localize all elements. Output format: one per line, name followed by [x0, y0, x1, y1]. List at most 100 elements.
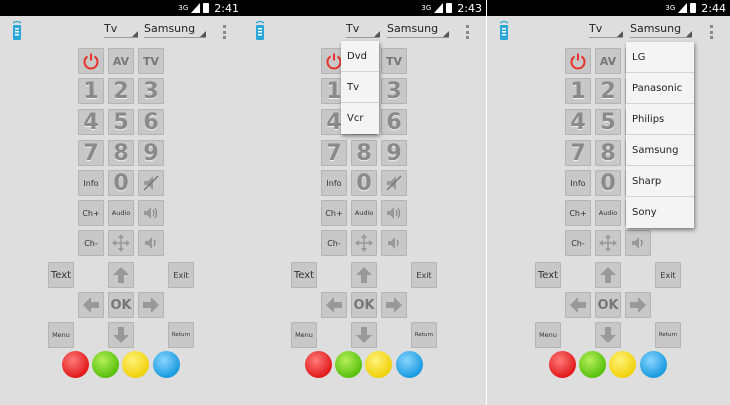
yellow-button[interactable] [609, 351, 636, 378]
red-button[interactable] [62, 351, 89, 378]
down-button[interactable] [595, 322, 621, 348]
power-button[interactable] [565, 48, 591, 74]
digit-9-button[interactable]: 9 [381, 140, 407, 166]
left-button[interactable] [78, 292, 104, 318]
return-button[interactable]: Return [168, 322, 194, 348]
brand-spinner[interactable]: Samsung [144, 22, 206, 38]
audio-button[interactable]: Audio [108, 200, 134, 226]
text-button[interactable]: Text [48, 262, 74, 288]
brand-option-sony[interactable]: Sony [626, 197, 694, 228]
volume-down-button[interactable] [138, 230, 164, 256]
up-button[interactable] [108, 262, 134, 288]
brand-option-panasonic[interactable]: Panasonic [626, 73, 694, 104]
green-button[interactable] [579, 351, 606, 378]
av-button[interactable]: AV [595, 48, 621, 74]
digit-0-button[interactable]: 0 [108, 170, 134, 196]
mute-button[interactable] [381, 170, 407, 196]
channel-up-button[interactable]: Ch+ [78, 200, 104, 226]
text-button[interactable]: Text [535, 262, 561, 288]
info-button[interactable]: Info [565, 170, 591, 196]
digit-0-button[interactable]: 0 [351, 170, 377, 196]
brand-spinner[interactable]: Samsung [630, 22, 692, 38]
overflow-menu-icon[interactable] [466, 25, 470, 39]
volume-up-button[interactable] [138, 200, 164, 226]
exit-button[interactable]: Exit [655, 262, 681, 288]
info-button[interactable]: Info [321, 170, 347, 196]
up-button[interactable] [595, 262, 621, 288]
info-button[interactable]: Info [78, 170, 104, 196]
down-button[interactable] [108, 322, 134, 348]
red-button[interactable] [549, 351, 576, 378]
brand-option-sharp[interactable]: Sharp [626, 166, 694, 197]
brand-option-lg[interactable]: LG [626, 42, 694, 73]
return-button[interactable]: Return [655, 322, 681, 348]
blue-button[interactable] [153, 351, 180, 378]
ok-button[interactable]: OK [595, 292, 621, 318]
device-option-dvd[interactable]: Dvd [341, 41, 379, 72]
digit-4-button[interactable]: 4 [565, 109, 591, 135]
digit-8-button[interactable]: 8 [595, 140, 621, 166]
menu-button[interactable]: Menu [535, 322, 561, 348]
text-button[interactable]: Text [291, 262, 317, 288]
move-button[interactable] [351, 230, 377, 256]
tv-button[interactable]: TV [138, 48, 164, 74]
digit-6-button[interactable]: 6 [381, 109, 407, 135]
digit-6-button[interactable]: 6 [138, 109, 164, 135]
digit-1-button[interactable]: 1 [78, 78, 104, 104]
right-button[interactable] [625, 292, 651, 318]
device-spinner[interactable]: Tv [346, 22, 380, 38]
right-button[interactable] [381, 292, 407, 318]
brand-option-philips[interactable]: Philips [626, 104, 694, 135]
audio-button[interactable]: Audio [595, 200, 621, 226]
volume-up-button[interactable] [381, 200, 407, 226]
digit-1-button[interactable]: 1 [565, 78, 591, 104]
channel-down-button[interactable]: Ch- [565, 230, 591, 256]
ok-button[interactable]: OK [108, 292, 134, 318]
green-button[interactable] [92, 351, 119, 378]
yellow-button[interactable] [365, 351, 392, 378]
digit-2-button[interactable]: 2 [108, 78, 134, 104]
power-button[interactable] [78, 48, 104, 74]
red-button[interactable] [305, 351, 332, 378]
device-option-vcr[interactable]: Vcr [341, 103, 379, 134]
digit-5-button[interactable]: 5 [595, 109, 621, 135]
overflow-menu-icon[interactable] [223, 25, 227, 39]
channel-up-button[interactable]: Ch+ [565, 200, 591, 226]
digit-2-button[interactable]: 2 [595, 78, 621, 104]
digit-3-button[interactable]: 3 [381, 78, 407, 104]
channel-up-button[interactable]: Ch+ [321, 200, 347, 226]
digit-7-button[interactable]: 7 [78, 140, 104, 166]
device-spinner[interactable]: Tv [589, 22, 623, 38]
av-button[interactable]: AV [108, 48, 134, 74]
channel-down-button[interactable]: Ch- [78, 230, 104, 256]
move-button[interactable] [108, 230, 134, 256]
device-option-tv[interactable]: Tv [341, 72, 379, 103]
brand-option-samsung[interactable]: Samsung [626, 135, 694, 166]
brand-spinner[interactable]: Samsung [387, 22, 449, 38]
remote-icon[interactable] [10, 21, 24, 41]
menu-button[interactable]: Menu [48, 322, 74, 348]
audio-button[interactable]: Audio [351, 200, 377, 226]
tv-button[interactable]: TV [381, 48, 407, 74]
blue-button[interactable] [396, 351, 423, 378]
exit-button[interactable]: Exit [411, 262, 437, 288]
volume-down-button[interactable] [381, 230, 407, 256]
overflow-menu-icon[interactable] [710, 25, 714, 39]
green-button[interactable] [335, 351, 362, 378]
remote-icon[interactable] [253, 21, 267, 41]
menu-button[interactable]: Menu [291, 322, 317, 348]
return-button[interactable]: Return [411, 322, 437, 348]
blue-button[interactable] [640, 351, 667, 378]
channel-down-button[interactable]: Ch- [321, 230, 347, 256]
mute-button[interactable] [138, 170, 164, 196]
digit-8-button[interactable]: 8 [108, 140, 134, 166]
up-button[interactable] [351, 262, 377, 288]
digit-0-button[interactable]: 0 [595, 170, 621, 196]
digit-7-button[interactable]: 7 [321, 140, 347, 166]
move-button[interactable] [595, 230, 621, 256]
device-spinner[interactable]: Tv [104, 22, 138, 38]
down-button[interactable] [351, 322, 377, 348]
left-button[interactable] [321, 292, 347, 318]
digit-3-button[interactable]: 3 [138, 78, 164, 104]
left-button[interactable] [565, 292, 591, 318]
